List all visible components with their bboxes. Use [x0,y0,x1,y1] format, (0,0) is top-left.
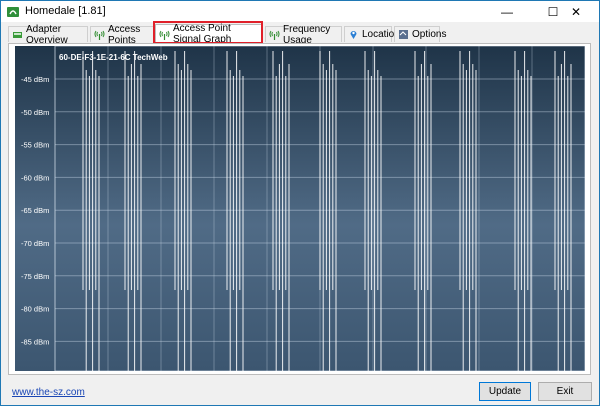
y-tick-label: -45 dBm [21,75,49,84]
update-button[interactable]: Update [479,382,531,401]
title-bar[interactable]: Homedale [1.81] — ☐ ✕ [1,1,599,22]
window-title: Homedale [1.81] [25,5,106,17]
antenna-icon [94,30,105,40]
exit-button[interactable]: Exit [538,382,592,401]
y-tick-label: -55 dBm [21,141,49,150]
y-axis-labels: -45 dBm -50 dBm -55 dBm -60 dBm -65 dBm -70 d… [21,75,49,346]
y-tick-label: -85 dBm [21,337,49,346]
y-tick-label: -70 dBm [21,239,49,248]
tab-label: Options [412,29,447,40]
tab-adapter-overview[interactable]: Adapter Overview [8,24,88,46]
settings-icon [399,30,408,39]
location-pin-icon [350,31,357,39]
tab-options[interactable]: Options [394,26,446,42]
antenna-icon [159,30,170,40]
adapter-icon [13,32,22,38]
y-tick-label: -60 dBm [21,173,49,182]
tab-location[interactable]: Location [344,26,400,42]
y-tick-label: -65 dBm [21,206,49,215]
app-icon [7,7,19,17]
signal-graph: -45 dBm -50 dBm -55 dBm -60 dBm -65 dBm -70 d… [15,46,585,371]
graph-background [15,46,585,371]
series-label: 60-DE-F3-1E-21-6C TechWeb [59,53,168,62]
website-link[interactable]: www.the-sz.com [12,387,85,398]
minimize-button[interactable]: — [484,1,530,22]
tab-signal-graph[interactable]: Access Point Signal Graph [155,23,263,45]
y-tick-label: -75 dBm [21,272,49,281]
tab-access-points[interactable]: Access Points [90,24,156,46]
main-window: Homedale [1.81] — ☐ ✕ Adapter Overview A… [0,0,600,406]
tab-frequency-usage[interactable]: Frequency Usage [265,24,342,46]
y-tick-label: -50 dBm [21,108,49,117]
tab-label: Access Point Signal Graph [173,23,232,45]
close-button[interactable]: ✕ [553,1,599,22]
tab-bar: Adapter Overview Access Points Access Po… [8,23,593,46]
antenna-icon [269,30,280,40]
y-tick-label: -80 dBm [21,305,49,314]
